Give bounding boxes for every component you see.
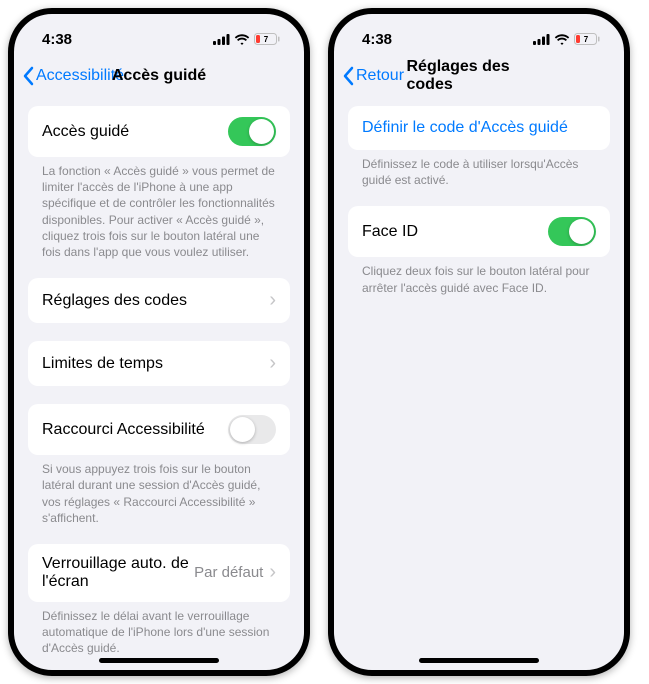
wifi-icon <box>234 34 250 45</box>
status-time: 4:38 <box>362 31 392 48</box>
auto-lock-row[interactable]: Verrouillage auto. de l'écran Par défaut… <box>28 544 290 602</box>
back-label: Retour <box>356 67 404 85</box>
accessibility-shortcut-toggle[interactable] <box>228 415 276 444</box>
wifi-icon <box>554 34 570 45</box>
set-passcode-footer: Définissez le code à utiliser lorsqu'Acc… <box>348 150 610 188</box>
accessibility-shortcut-footer: Si vous appuyez trois fois sur le bouton… <box>28 455 290 526</box>
face-id-toggle[interactable] <box>548 217 596 246</box>
content: Accès guidé La fonction « Accès guidé » … <box>14 106 304 656</box>
status-bar: 4:38 7 <box>334 14 624 56</box>
time-limits-label: Limites de temps <box>42 355 269 373</box>
accessibility-shortcut-label: Raccourci Accessibilité <box>42 421 228 439</box>
chevron-right-icon: › <box>269 561 276 584</box>
back-label: Accessibilité <box>36 67 124 85</box>
face-id-footer: Cliquez deux fois sur le bouton latéral … <box>348 257 610 295</box>
home-indicator <box>419 658 539 663</box>
phone-guided-access: 4:38 7 Accessibilité Accès guidé Accès g… <box>8 8 310 676</box>
status-indicators: 7 <box>213 33 280 45</box>
cellular-icon <box>533 34 550 45</box>
set-passcode-row[interactable]: Définir le code d'Accès guidé <box>348 106 610 150</box>
back-button[interactable]: Accessibilité <box>22 66 124 86</box>
home-indicator <box>99 658 219 663</box>
chevron-right-icon: › <box>269 352 276 375</box>
face-id-label: Face ID <box>362 223 548 241</box>
time-limits-row[interactable]: Limites de temps › <box>28 341 290 386</box>
guided-access-label: Accès guidé <box>42 123 228 141</box>
battery-icon: 7 <box>574 33 600 45</box>
auto-lock-value: Par défaut <box>194 564 263 581</box>
auto-lock-label: Verrouillage auto. de l'écran <box>42 555 194 591</box>
status-indicators: 7 <box>533 33 600 45</box>
back-button[interactable]: Retour <box>342 66 404 86</box>
nav-bar: Retour Réglages des codes <box>334 56 624 96</box>
status-time: 4:38 <box>42 31 72 48</box>
content: Définir le code d'Accès guidé Définissez… <box>334 106 624 296</box>
chevron-right-icon: › <box>269 289 276 312</box>
accessibility-shortcut-row[interactable]: Raccourci Accessibilité <box>28 404 290 455</box>
battery-icon: 7 <box>254 33 280 45</box>
nav-bar: Accessibilité Accès guidé <box>14 56 304 96</box>
nav-title: Accès guidé <box>112 67 206 85</box>
auto-lock-footer: Définissez le délai avant le verrouillag… <box>28 602 290 657</box>
set-passcode-label: Définir le code d'Accès guidé <box>362 119 596 137</box>
svg-text:7: 7 <box>264 35 269 44</box>
chevron-left-icon <box>342 66 354 86</box>
cellular-icon <box>213 34 230 45</box>
passcode-settings-row[interactable]: Réglages des codes › <box>28 278 290 323</box>
guided-access-toggle-row[interactable]: Accès guidé <box>28 106 290 157</box>
passcode-settings-label: Réglages des codes <box>42 292 269 310</box>
status-bar: 4:38 7 <box>14 14 304 56</box>
svg-text:7: 7 <box>584 35 589 44</box>
chevron-left-icon <box>22 66 34 86</box>
guided-access-toggle[interactable] <box>228 117 276 146</box>
guided-access-footer: La fonction « Accès guidé » vous permet … <box>28 157 290 260</box>
face-id-row[interactable]: Face ID <box>348 206 610 257</box>
phone-passcode-settings: 4:38 7 Retour Réglages des codes Définir… <box>328 8 630 676</box>
nav-title: Réglages des codes <box>407 58 552 94</box>
